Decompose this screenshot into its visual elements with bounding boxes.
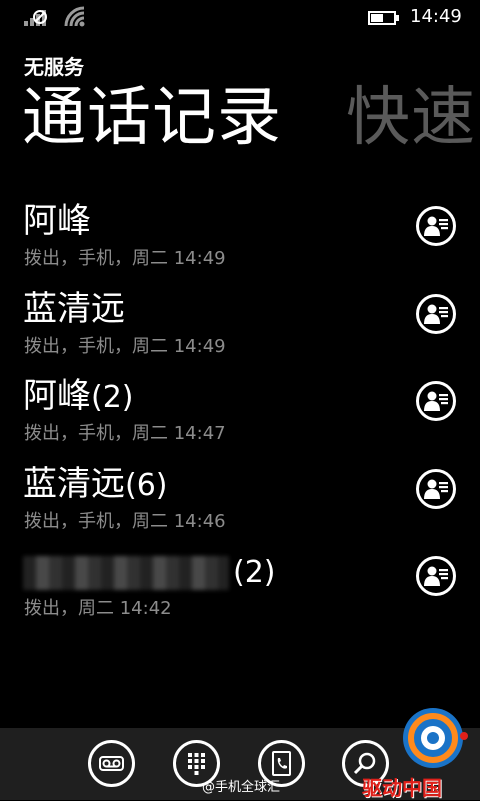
phonebook-icon — [272, 751, 291, 776]
status-time: 14:49 — [410, 6, 462, 27]
contact-name-redacted: (2) — [23, 549, 276, 595]
call-detail: 拨出，手机，周二 14:49 — [24, 335, 226, 357]
battery-icon — [368, 11, 399, 25]
wifi-icon — [64, 6, 85, 27]
contact-name: 蓝清远(6) — [23, 463, 168, 504]
contact-card-icon — [424, 391, 448, 411]
contact-card-icon — [424, 479, 448, 499]
contact-card-button[interactable] — [416, 468, 456, 509]
redacted-number — [23, 555, 229, 590]
contact-card-icon — [424, 304, 448, 324]
contact-card-button[interactable] — [416, 381, 456, 421]
watermark: @手机全球汇 — [202, 780, 281, 795]
call-detail: 拨出，周二 14:42 — [24, 598, 172, 619]
call-history-list: 阿峰 拨出，手机，周二 14:49 蓝清远 拨出，手机，周二 14:49 阿峰(… — [0, 196, 480, 634]
status-bar: 14:49 — [0, 0, 480, 34]
contact-name: 阿峰(2) — [23, 376, 134, 416]
contact-card-icon — [424, 566, 448, 586]
voicemail-button[interactable] — [88, 740, 135, 787]
no-sim-signal-icon — [24, 10, 47, 26]
call-detail: 拨出，手机，周二 14:46 — [24, 510, 226, 532]
call-history-item[interactable]: (2) 拨出，周二 14:42 — [0, 546, 480, 634]
contact-name: 阿峰 — [23, 201, 91, 241]
contact-card-button[interactable] — [416, 293, 456, 334]
call-history-item[interactable]: 阿峰 拨出，手机，周二 14:49 — [0, 196, 480, 284]
contact-card-icon — [424, 216, 448, 236]
call-history-item[interactable]: 蓝清远(6) 拨出，手机，周二 14:46 — [0, 459, 480, 547]
contact-card-button[interactable] — [416, 556, 456, 596]
voicemail-icon — [99, 756, 124, 771]
call-detail: 拨出，手机，周二 14:49 — [24, 248, 226, 269]
carrier-label: 无服务 — [24, 55, 84, 79]
contact-card-button[interactable] — [416, 206, 456, 246]
contact-name: 蓝清远 — [23, 288, 125, 329]
pivot-header-speed-dial[interactable]: 快速 — [346, 78, 476, 158]
keypad-icon — [188, 753, 205, 775]
call-history-item[interactable]: 蓝清远 拨出，手机，周二 14:49 — [0, 284, 480, 372]
call-detail: 拨出，手机，周二 14:47 — [24, 423, 226, 444]
call-history-item[interactable]: 阿峰(2) 拨出，手机，周二 14:47 — [0, 371, 480, 459]
logo-text: 驱动中国 — [362, 776, 442, 800]
pivot-header-call-history[interactable]: 通话记录 — [22, 78, 282, 158]
